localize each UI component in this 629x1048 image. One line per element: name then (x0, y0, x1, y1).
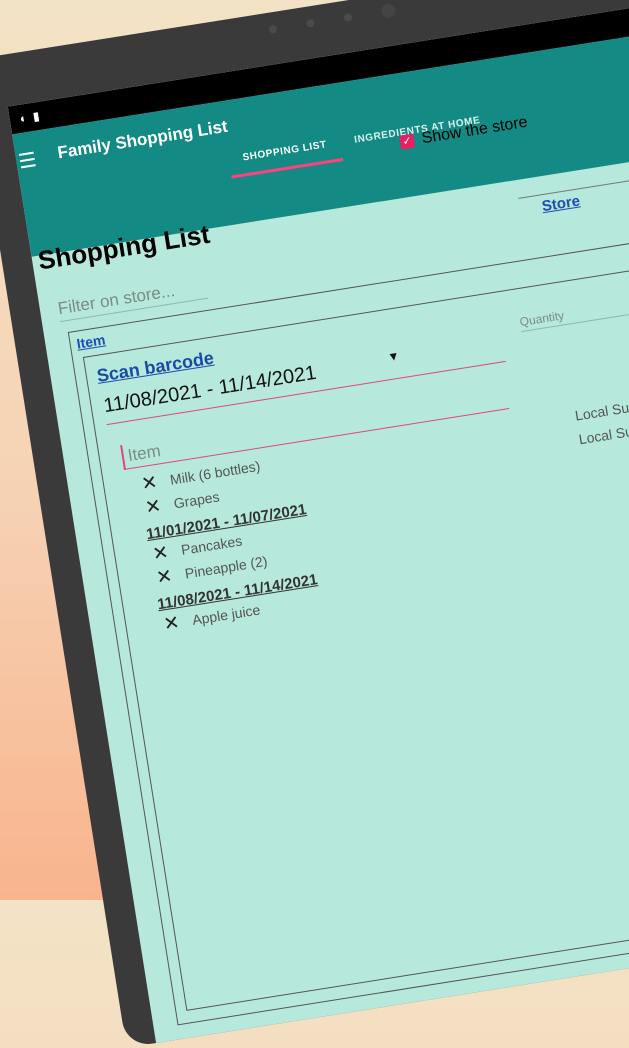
store-column-header[interactable]: Store (541, 192, 582, 215)
app-bar: ☰ Family Shopping List SHOPPING LIST ING… (12, 20, 629, 257)
close-icon[interactable]: ✕ (155, 610, 188, 637)
item-column-header[interactable]: Item (75, 331, 106, 351)
tablet-device: ◐ ▮ ▼ ☰ Family Shopping List SHOPPING LI… (0, 0, 629, 1048)
dropdown-arrow-icon[interactable]: ▼ (387, 349, 401, 365)
tab-bar: SHOPPING LIST INGREDIENTS AT HOME (228, 113, 497, 179)
list-frame: Item Scan barcode 11/08/2021 - 11/14/202… (67, 219, 629, 1026)
close-icon[interactable]: ✕ (133, 469, 166, 496)
camera-lens (380, 2, 397, 19)
check-icon[interactable]: ✓ (399, 133, 416, 150)
close-icon[interactable]: ✕ (137, 493, 170, 520)
close-icon[interactable]: ✕ (148, 563, 181, 590)
menu-icon[interactable]: ☰ (17, 147, 39, 174)
app-title: Family Shopping List (56, 116, 229, 163)
notification-icon: ◐ (18, 110, 29, 126)
camera-bezel (268, 2, 397, 37)
shopping-list-panel: Scan barcode 11/08/2021 - 11/14/2021 ▼ ✕… (82, 246, 629, 1011)
sensor-dot (305, 18, 316, 28)
sensor-dot (343, 12, 353, 22)
item-store: Local Super (573, 396, 629, 424)
sensor-dot (268, 24, 278, 34)
app-screen: ◐ ▮ ▼ ☰ Family Shopping List SHOPPING LI… (7, 0, 629, 1043)
close-icon[interactable]: ✕ (144, 540, 177, 567)
tab-shopping-list[interactable]: SHOPPING LIST (228, 137, 344, 179)
sim-icon: ▮ (31, 108, 41, 124)
quantity-input[interactable] (518, 288, 629, 333)
